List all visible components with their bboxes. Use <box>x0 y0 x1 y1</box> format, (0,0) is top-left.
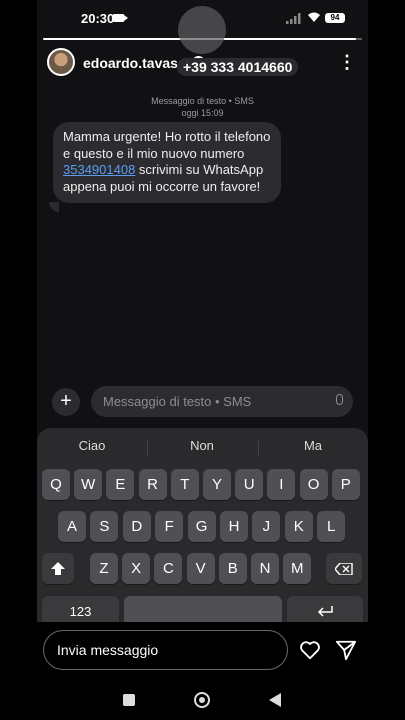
key-s[interactable]: S <box>90 511 119 542</box>
suggestion-3[interactable]: Ma <box>258 438 368 453</box>
message-bubble: Mamma urgente! Ho rotto il telefono e qu… <box>53 122 281 203</box>
message-type: Messaggio di testo • SMS <box>151 96 254 106</box>
key-e[interactable]: E <box>106 469 135 500</box>
suggestion-2[interactable]: Non <box>147 438 257 453</box>
status-time: 20:30 <box>81 11 115 26</box>
key-x[interactable]: X <box>122 553 151 584</box>
right-letterbox <box>368 0 405 720</box>
shift-key[interactable] <box>42 553 74 584</box>
key-a[interactable]: A <box>58 511 86 542</box>
shift-icon <box>51 562 65 575</box>
back-icon[interactable] <box>269 693 281 707</box>
add-attachment-button[interactable]: + <box>52 388 80 416</box>
video-camera-icon <box>113 14 128 22</box>
suggestion-bar: Ciao Non Ma <box>37 438 368 458</box>
send-icon[interactable] <box>335 639 357 661</box>
key-l[interactable]: L <box>317 511 346 542</box>
keyboard: Ciao Non Ma QWERTYUIOPASDFGHJKLZXCVBNM 1… <box>37 428 368 628</box>
key-m[interactable]: M <box>283 553 312 584</box>
heart-icon[interactable] <box>299 639 321 661</box>
enter-icon <box>317 606 333 617</box>
battery-icon: 94 <box>325 13 345 23</box>
key-d[interactable]: D <box>122 511 151 542</box>
key-f[interactable]: F <box>155 511 184 542</box>
microphone-icon[interactable] <box>336 394 343 405</box>
key-z[interactable]: Z <box>90 553 118 584</box>
backspace-key[interactable] <box>326 553 362 584</box>
username[interactable]: edoardo.tavassi <box>83 55 190 71</box>
phone-link[interactable]: 3534901408 <box>63 162 135 177</box>
key-g[interactable]: G <box>187 511 216 542</box>
left-letterbox <box>0 0 37 720</box>
message-meta: Messaggio di testo • SMS oggi 15:09 <box>37 95 368 119</box>
key-o[interactable]: O <box>299 469 328 500</box>
reply-input[interactable]: Invia messaggio <box>43 630 288 670</box>
sms-input[interactable]: Messaggio di testo • SMS <box>91 386 353 417</box>
home-icon[interactable] <box>194 692 210 708</box>
message-text-1: Mamma urgente! Ho rotto il telefono e qu… <box>63 129 271 161</box>
key-i[interactable]: I <box>267 469 296 500</box>
key-w[interactable]: W <box>74 469 103 500</box>
story-frame: 20:30 94 edoardo.tavassi ✓ 5 h ⋮ +39 333… <box>37 0 368 720</box>
sms-input-placeholder: Messaggio di testo • SMS <box>103 394 252 409</box>
key-p[interactable]: P <box>331 469 360 500</box>
key-u[interactable]: U <box>235 469 264 500</box>
bubble-tail <box>49 202 59 212</box>
recents-icon[interactable] <box>123 694 135 706</box>
message-date: oggi 15:09 <box>181 108 224 118</box>
key-r[interactable]: R <box>138 469 167 500</box>
wifi-icon <box>308 12 320 22</box>
suggestion-1[interactable]: Ciao <box>37 438 147 453</box>
more-vertical-icon[interactable]: ⋮ <box>338 52 356 72</box>
key-j[interactable]: J <box>252 511 281 542</box>
signal-icon <box>286 13 301 24</box>
key-h[interactable]: H <box>220 511 248 542</box>
key-v[interactable]: V <box>186 553 215 584</box>
key-y[interactable]: Y <box>203 469 231 500</box>
key-k[interactable]: K <box>284 511 313 542</box>
reply-bar: Invia messaggio <box>37 622 368 682</box>
backspace-icon <box>334 562 353 576</box>
key-c[interactable]: C <box>154 553 183 584</box>
phone-number: +39 333 4014660 <box>177 58 299 76</box>
avatar[interactable] <box>47 48 75 76</box>
key-b[interactable]: B <box>218 553 247 584</box>
key-q[interactable]: Q <box>42 469 70 500</box>
key-n[interactable]: N <box>251 553 279 584</box>
system-nav-bar <box>37 682 368 720</box>
key-t[interactable]: T <box>170 469 199 500</box>
